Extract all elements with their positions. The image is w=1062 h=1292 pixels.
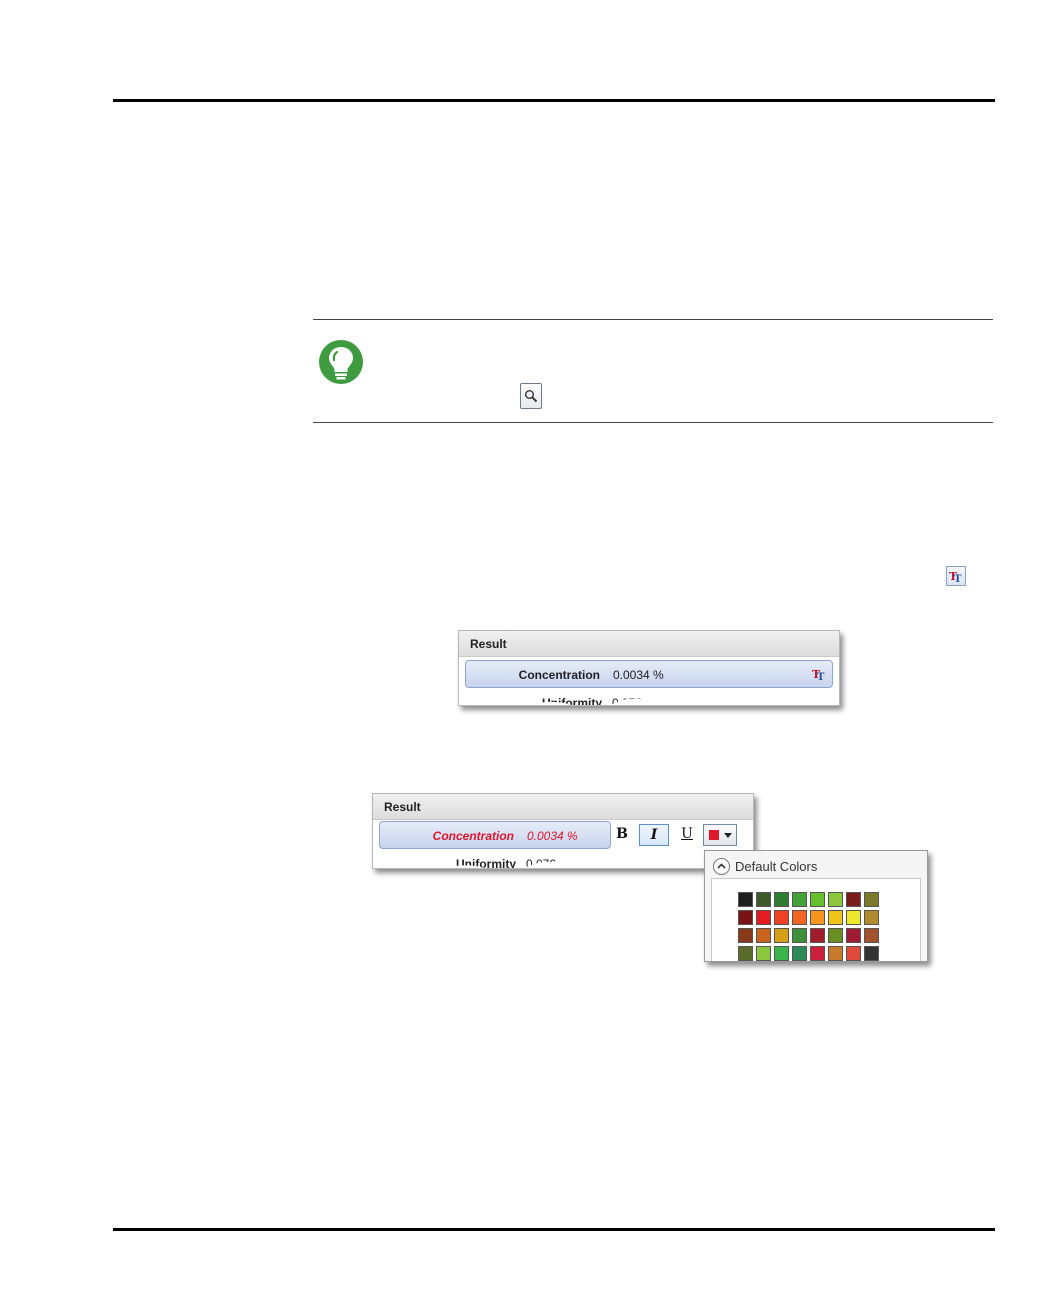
color-swatch[interactable] — [756, 946, 771, 961]
torn-edge — [459, 699, 815, 705]
color-swatch[interactable] — [864, 910, 879, 925]
svg-text:T: T — [954, 574, 962, 583]
color-swatch[interactable] — [846, 928, 861, 943]
color-swatch[interactable] — [738, 892, 753, 907]
row-label: Concentration — [518, 668, 600, 682]
color-swatch[interactable] — [846, 946, 861, 961]
color-swatch[interactable] — [792, 928, 807, 943]
color-swatch[interactable] — [792, 910, 807, 925]
color-swatch[interactable] — [756, 910, 771, 925]
lightbulb-icon — [319, 340, 363, 384]
chevron-up-icon — [717, 863, 726, 869]
swatch-area — [711, 878, 921, 961]
tip-top-rule — [313, 319, 993, 320]
default-colors-popup: Default Colors — [704, 850, 928, 962]
result-panel: Result Concentration 0.0034 % T T Unifor… — [458, 630, 840, 706]
color-swatch[interactable] — [810, 910, 825, 925]
panel-header: Result — [459, 631, 839, 657]
tip-bottom-rule — [313, 422, 993, 423]
text-format-icon[interactable]: T T — [812, 667, 826, 681]
bottom-rule — [113, 1228, 995, 1231]
top-rule — [113, 99, 995, 102]
color-swatch[interactable] — [864, 928, 879, 943]
color-swatch[interactable] — [738, 946, 753, 961]
color-swatch[interactable] — [828, 928, 843, 943]
row-value: 0.0034 % — [613, 668, 664, 682]
collapse-button[interactable] — [713, 858, 730, 875]
chevron-down-icon — [724, 833, 732, 838]
zoom-button[interactable] — [520, 383, 542, 409]
italic-button[interactable]: I — [639, 824, 669, 846]
bold-button[interactable]: B — [613, 824, 631, 846]
color-swatch[interactable] — [810, 892, 825, 907]
zoom-icon — [525, 390, 538, 403]
color-swatch[interactable] — [828, 910, 843, 925]
row-value: 0.0034 % — [527, 829, 578, 843]
color-swatch[interactable] — [846, 892, 861, 907]
color-swatch[interactable] — [828, 946, 843, 961]
selected-result-row[interactable]: Concentration 0.0034 % T T — [465, 660, 833, 688]
torn-edge — [373, 862, 729, 868]
underline-button[interactable]: U — [677, 824, 697, 846]
text-format-icon: T T — [949, 570, 962, 583]
result-panel-editing: Result Concentration 0.0034 % B I U Unif… — [372, 793, 754, 869]
color-swatch[interactable] — [774, 928, 789, 943]
color-swatch[interactable] — [756, 928, 771, 943]
color-swatch[interactable] — [846, 910, 861, 925]
color-swatch[interactable] — [756, 892, 771, 907]
color-swatch[interactable] — [810, 946, 825, 961]
current-color-swatch — [709, 830, 719, 840]
svg-text:T: T — [817, 672, 825, 681]
row-label: Concentration — [432, 829, 514, 843]
text-format-button[interactable]: T T — [946, 566, 966, 586]
color-swatch[interactable] — [810, 928, 825, 943]
color-swatch[interactable] — [738, 928, 753, 943]
selected-result-row[interactable]: Concentration 0.0034 % — [379, 821, 611, 849]
color-swatch[interactable] — [774, 946, 789, 961]
color-swatch[interactable] — [792, 892, 807, 907]
color-picker-button[interactable] — [703, 824, 737, 846]
color-swatch[interactable] — [864, 892, 879, 907]
color-swatch-grid — [738, 892, 879, 961]
color-swatch[interactable] — [774, 910, 789, 925]
color-swatch[interactable] — [738, 910, 753, 925]
color-swatch[interactable] — [828, 892, 843, 907]
color-swatch[interactable] — [792, 946, 807, 961]
popup-title: Default Colors — [735, 859, 818, 874]
panel-header: Result — [373, 794, 753, 820]
color-swatch[interactable] — [864, 946, 879, 961]
color-swatch[interactable] — [774, 892, 789, 907]
